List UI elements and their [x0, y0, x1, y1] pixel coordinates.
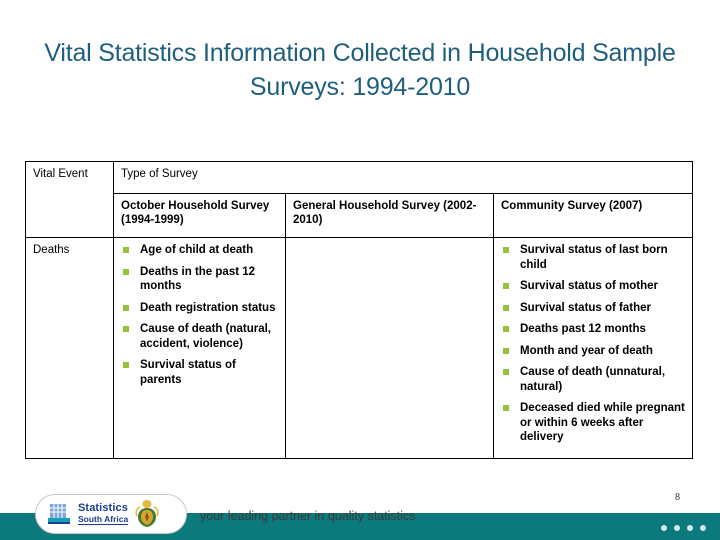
- square-bullet-icon: [123, 247, 129, 253]
- cell-deaths-general-household-survey: [285, 237, 494, 459]
- footer-dot: [674, 525, 680, 531]
- list-item-label: Survival status of father: [520, 301, 652, 314]
- square-bullet-icon: [123, 268, 129, 275]
- list-item-label: Survival status of last born child: [520, 244, 668, 271]
- list-item: Deceased died while pregnant or within 6…: [501, 401, 685, 445]
- page-number: 8: [675, 492, 680, 503]
- footer-dots: [661, 525, 706, 531]
- list-item: Deaths past 12 months: [501, 322, 685, 337]
- bullet-list-cs: Survival status of last born child Surviv…: [501, 243, 685, 445]
- list-item: Survival status of mother: [501, 279, 685, 294]
- list-item: Cause of death (natural, accident, viole…: [121, 322, 278, 351]
- building-grid-icon: [48, 504, 70, 524]
- list-item-label: Age of child at death: [140, 244, 254, 256]
- square-bullet-icon: [503, 347, 509, 354]
- footer-dot: [687, 525, 693, 531]
- list-item-label: Deaths in the past 12 months: [140, 265, 256, 293]
- square-bullet-icon: [503, 405, 509, 411]
- cell-deaths-october-household-survey: Age of child at death Deaths in the past …: [113, 237, 286, 459]
- table-header-row-1: Vital Event Type of Survey: [25, 161, 694, 238]
- square-bullet-icon: [503, 304, 509, 311]
- list-item-label: Deceased died while pregnant or within 6…: [520, 402, 685, 443]
- list-item-label: Month and year of death: [520, 344, 653, 357]
- square-bullet-icon: [123, 362, 129, 368]
- square-bullet-icon: [503, 326, 509, 332]
- list-item-label: Survival status of parents: [140, 359, 236, 386]
- list-item: Deaths in the past 12 months: [121, 265, 278, 294]
- logo-wordmark: Statistics South Africa: [78, 501, 129, 526]
- bullet-list-ohs: Age of child at death Deaths in the past …: [121, 243, 278, 387]
- table-row: Deaths Age of child at death Deaths in th…: [25, 237, 694, 459]
- square-bullet-icon: [503, 247, 509, 253]
- list-item: Survival status of last born child: [501, 243, 685, 272]
- square-bullet-icon: [123, 326, 129, 332]
- footer-tagline: your leading partner in quality statisti…: [200, 509, 416, 523]
- list-item-label: Cause of death (unnatural, natural): [520, 366, 666, 393]
- statistics-south-africa-logo: Statistics South Africa: [35, 494, 187, 534]
- list-item: Age of child at death: [121, 243, 278, 258]
- square-bullet-icon: [503, 283, 509, 289]
- list-item: Cause of death (unnatural, natural): [501, 365, 685, 394]
- header-type-of-survey: Type of Survey: [112, 161, 694, 194]
- logo-line-1: Statistics: [78, 501, 128, 514]
- list-item: Death registration status: [121, 301, 278, 316]
- logo-line-2: South Africa: [78, 513, 129, 526]
- list-item: Month and year of death: [501, 344, 685, 359]
- list-item-label: Deaths past 12 months: [520, 323, 646, 335]
- list-item-label: Survival status of mother: [520, 280, 659, 292]
- square-bullet-icon: [123, 304, 129, 311]
- footer-dot: [700, 525, 706, 531]
- header-vital-event: Vital Event: [25, 161, 114, 238]
- list-item: Survival status of father: [501, 301, 685, 316]
- list-item: Survival status of parents: [121, 358, 278, 387]
- coat-of-arms-icon: [135, 500, 159, 527]
- vital-statistics-table: Vital Event Type of Survey October House…: [25, 161, 694, 459]
- square-bullet-icon: [503, 369, 509, 375]
- footer-dot: [661, 525, 667, 531]
- cell-deaths-community-survey: Survival status of last born child Surviv…: [492, 237, 694, 459]
- list-item-label: Death registration status: [140, 301, 276, 314]
- list-item-label: Cause of death (natural, accident, viole…: [140, 323, 271, 350]
- row-label-deaths: Deaths: [25, 237, 114, 459]
- header-general-household-survey: General Household Survey (2002-2010): [285, 193, 494, 238]
- page-title: Vital Statistics Information Collected i…: [44, 39, 676, 101]
- header-october-household-survey: October Household Survey (1994-1999): [113, 193, 286, 238]
- table-header-row-2: October Household Survey (1994-1999) Gen…: [26, 193, 694, 238]
- header-community-survey: Community Survey (2007): [492, 193, 694, 238]
